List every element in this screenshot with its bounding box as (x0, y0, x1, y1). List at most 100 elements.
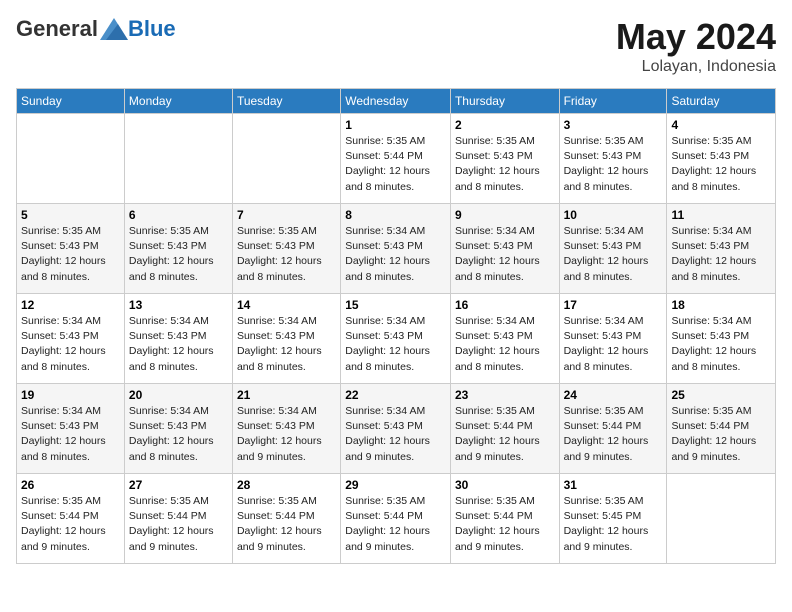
day-number: 5 (21, 208, 120, 222)
day-info: Sunrise: 5:35 AM Sunset: 5:43 PM Dayligh… (129, 224, 228, 285)
calendar-cell: 20 Sunrise: 5:34 AM Sunset: 5:43 PM Dayli… (124, 384, 232, 474)
calendar-cell: 13Sunrise: 5:34 AM Sunset: 5:43 PM Dayli… (124, 294, 232, 384)
calendar-cell: 5 Sunrise: 5:35 AM Sunset: 5:43 PM Daylig… (17, 204, 125, 294)
calendar-table: SundayMondayTuesdayWednesdayThursdayFrid… (16, 88, 776, 564)
day-info: Sunrise: 5:34 AM Sunset: 5:43 PM Dayligh… (564, 314, 663, 375)
calendar-cell: 4Sunrise: 5:35 AM Sunset: 5:43 PM Daylig… (667, 114, 776, 204)
day-info: Sunrise: 5:34 AM Sunset: 5:43 PM Dayligh… (671, 314, 771, 375)
calendar-cell: 2Sunrise: 5:35 AM Sunset: 5:43 PM Daylig… (450, 114, 559, 204)
weekday-header: Saturday (667, 89, 776, 114)
calendar-cell: 26 Sunrise: 5:35 AM Sunset: 5:44 PM Dayli… (17, 474, 125, 564)
calendar-week-row: 1 Sunrise: 5:35 AM Sunset: 5:44 PM Daylig… (17, 114, 776, 204)
day-info: Sunrise: 5:35 AM Sunset: 5:43 PM Dayligh… (21, 224, 120, 285)
day-number: 12 (21, 298, 120, 312)
day-info: Sunrise: 5:34 AM Sunset: 5:43 PM Dayligh… (455, 224, 555, 285)
day-number: 10 (564, 208, 663, 222)
day-info: Sunrise: 5:35 AM Sunset: 5:44 PM Dayligh… (564, 404, 663, 465)
day-number: 18 (671, 298, 771, 312)
logo-general-text: General (16, 16, 98, 42)
day-info: Sunrise: 5:35 AM Sunset: 5:44 PM Dayligh… (345, 494, 446, 555)
calendar-cell: 9 Sunrise: 5:34 AM Sunset: 5:43 PM Daylig… (450, 204, 559, 294)
calendar-cell: 19Sunrise: 5:34 AM Sunset: 5:43 PM Dayli… (17, 384, 125, 474)
day-number: 27 (129, 478, 228, 492)
calendar-cell: 25 Sunrise: 5:35 AM Sunset: 5:44 PM Dayli… (667, 384, 776, 474)
day-info: Sunrise: 5:34 AM Sunset: 5:43 PM Dayligh… (129, 404, 228, 465)
calendar-cell: 14Sunrise: 5:34 AM Sunset: 5:43 PM Dayli… (232, 294, 340, 384)
calendar-cell: 27 Sunrise: 5:35 AM Sunset: 5:44 PM Dayli… (124, 474, 232, 564)
weekday-header: Friday (559, 89, 667, 114)
day-number: 23 (455, 388, 555, 402)
calendar-cell: 28Sunrise: 5:35 AM Sunset: 5:44 PM Dayli… (232, 474, 340, 564)
calendar-cell: 6Sunrise: 5:35 AM Sunset: 5:43 PM Daylig… (124, 204, 232, 294)
day-number: 9 (455, 208, 555, 222)
calendar-cell: 1 Sunrise: 5:35 AM Sunset: 5:44 PM Daylig… (341, 114, 451, 204)
day-number: 1 (345, 118, 446, 132)
day-info: Sunrise: 5:35 AM Sunset: 5:44 PM Dayligh… (129, 494, 228, 555)
calendar-week-row: 5 Sunrise: 5:35 AM Sunset: 5:43 PM Daylig… (17, 204, 776, 294)
weekday-header: Sunday (17, 89, 125, 114)
calendar-cell: 18 Sunrise: 5:34 AM Sunset: 5:43 PM Dayli… (667, 294, 776, 384)
day-number: 16 (455, 298, 555, 312)
calendar-cell: 8Sunrise: 5:34 AM Sunset: 5:43 PM Daylig… (341, 204, 451, 294)
day-number: 29 (345, 478, 446, 492)
calendar-cell: 17 Sunrise: 5:34 AM Sunset: 5:43 PM Dayli… (559, 294, 667, 384)
calendar-cell: 3Sunrise: 5:35 AM Sunset: 5:43 PM Daylig… (559, 114, 667, 204)
day-info: Sunrise: 5:35 AM Sunset: 5:44 PM Dayligh… (455, 404, 555, 465)
day-info: Sunrise: 5:34 AM Sunset: 5:43 PM Dayligh… (129, 314, 228, 375)
day-number: 30 (455, 478, 555, 492)
weekday-header: Monday (124, 89, 232, 114)
calendar-cell (124, 114, 232, 204)
calendar-cell: 30 Sunrise: 5:35 AM Sunset: 5:44 PM Dayli… (450, 474, 559, 564)
day-number: 11 (671, 208, 771, 222)
day-info: Sunrise: 5:34 AM Sunset: 5:43 PM Dayligh… (345, 404, 446, 465)
day-number: 8 (345, 208, 446, 222)
calendar-cell: 7 Sunrise: 5:35 AM Sunset: 5:43 PM Daylig… (232, 204, 340, 294)
day-number: 25 (671, 388, 771, 402)
day-number: 4 (671, 118, 771, 132)
logo-blue-text: Blue (128, 16, 176, 42)
day-number: 24 (564, 388, 663, 402)
day-number: 26 (21, 478, 120, 492)
month-title: May 2024 (616, 16, 776, 58)
day-info: Sunrise: 5:35 AM Sunset: 5:44 PM Dayligh… (21, 494, 120, 555)
day-info: Sunrise: 5:34 AM Sunset: 5:43 PM Dayligh… (21, 314, 120, 375)
calendar-cell: 21 Sunrise: 5:34 AM Sunset: 5:43 PM Dayli… (232, 384, 340, 474)
weekday-header: Tuesday (232, 89, 340, 114)
day-info: Sunrise: 5:35 AM Sunset: 5:45 PM Dayligh… (564, 494, 663, 555)
calendar-week-row: 19Sunrise: 5:34 AM Sunset: 5:43 PM Dayli… (17, 384, 776, 474)
day-number: 7 (237, 208, 336, 222)
day-info: Sunrise: 5:34 AM Sunset: 5:43 PM Dayligh… (345, 314, 446, 375)
day-number: 3 (564, 118, 663, 132)
day-info: Sunrise: 5:34 AM Sunset: 5:43 PM Dayligh… (237, 314, 336, 375)
day-info: Sunrise: 5:34 AM Sunset: 5:43 PM Dayligh… (671, 224, 771, 285)
day-info: Sunrise: 5:35 AM Sunset: 5:44 PM Dayligh… (455, 494, 555, 555)
title-block: May 2024 Lolayan, Indonesia (616, 16, 776, 76)
day-number: 17 (564, 298, 663, 312)
day-info: Sunrise: 5:35 AM Sunset: 5:44 PM Dayligh… (345, 134, 446, 195)
calendar-cell: 22Sunrise: 5:34 AM Sunset: 5:43 PM Dayli… (341, 384, 451, 474)
day-info: Sunrise: 5:34 AM Sunset: 5:43 PM Dayligh… (237, 404, 336, 465)
day-info: Sunrise: 5:35 AM Sunset: 5:43 PM Dayligh… (237, 224, 336, 285)
calendar-cell (232, 114, 340, 204)
day-number: 21 (237, 388, 336, 402)
calendar-cell: 16 Sunrise: 5:34 AM Sunset: 5:43 PM Dayli… (450, 294, 559, 384)
weekday-header: Wednesday (341, 89, 451, 114)
day-info: Sunrise: 5:35 AM Sunset: 5:44 PM Dayligh… (237, 494, 336, 555)
day-number: 31 (564, 478, 663, 492)
day-number: 2 (455, 118, 555, 132)
day-number: 20 (129, 388, 228, 402)
calendar-cell: 23 Sunrise: 5:35 AM Sunset: 5:44 PM Dayli… (450, 384, 559, 474)
weekday-header-row: SundayMondayTuesdayWednesdayThursdayFrid… (17, 89, 776, 114)
day-info: Sunrise: 5:34 AM Sunset: 5:43 PM Dayligh… (455, 314, 555, 375)
location: Lolayan, Indonesia (616, 58, 776, 76)
page-header: General Blue May 2024 Lolayan, Indonesia (16, 16, 776, 76)
day-info: Sunrise: 5:34 AM Sunset: 5:43 PM Dayligh… (564, 224, 663, 285)
logo-icon (100, 18, 128, 40)
calendar-cell: 31 Sunrise: 5:35 AM Sunset: 5:45 PM Dayli… (559, 474, 667, 564)
day-info: Sunrise: 5:35 AM Sunset: 5:44 PM Dayligh… (671, 404, 771, 465)
calendar-cell: 29 Sunrise: 5:35 AM Sunset: 5:44 PM Dayli… (341, 474, 451, 564)
calendar-week-row: 26 Sunrise: 5:35 AM Sunset: 5:44 PM Dayli… (17, 474, 776, 564)
weekday-header: Thursday (450, 89, 559, 114)
day-info: Sunrise: 5:34 AM Sunset: 5:43 PM Dayligh… (21, 404, 120, 465)
calendar-cell (17, 114, 125, 204)
